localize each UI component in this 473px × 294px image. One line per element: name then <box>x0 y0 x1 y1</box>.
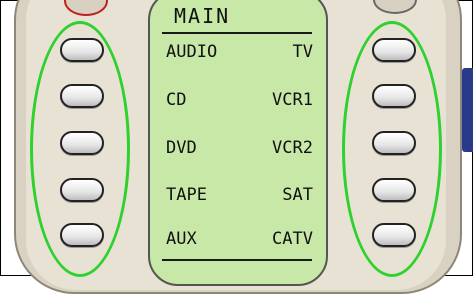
lcd-label-catv: CATV <box>272 229 313 249</box>
left-buttons-highlight <box>30 21 130 277</box>
lcd-label-tape: TAPE <box>166 185 207 205</box>
lcd-label-sat: SAT <box>282 185 313 205</box>
lcd-label-tv: TV <box>292 42 313 62</box>
lcd-label-vcr2: VCR2 <box>272 138 313 158</box>
lcd-label-dvd: DVD <box>166 138 197 158</box>
lcd-title-rule <box>162 32 312 34</box>
right-buttons-highlight <box>342 21 442 277</box>
lcd-label-cd: CD <box>166 90 187 110</box>
lcd-bottom-rule <box>162 259 312 261</box>
lcd-label-audio: AUDIO <box>166 42 218 62</box>
lcd-title: MAIN <box>174 4 231 28</box>
side-tab <box>462 68 473 152</box>
lcd-label-vcr1: VCR1 <box>272 90 313 110</box>
lcd-label-aux: AUX <box>166 229 197 249</box>
